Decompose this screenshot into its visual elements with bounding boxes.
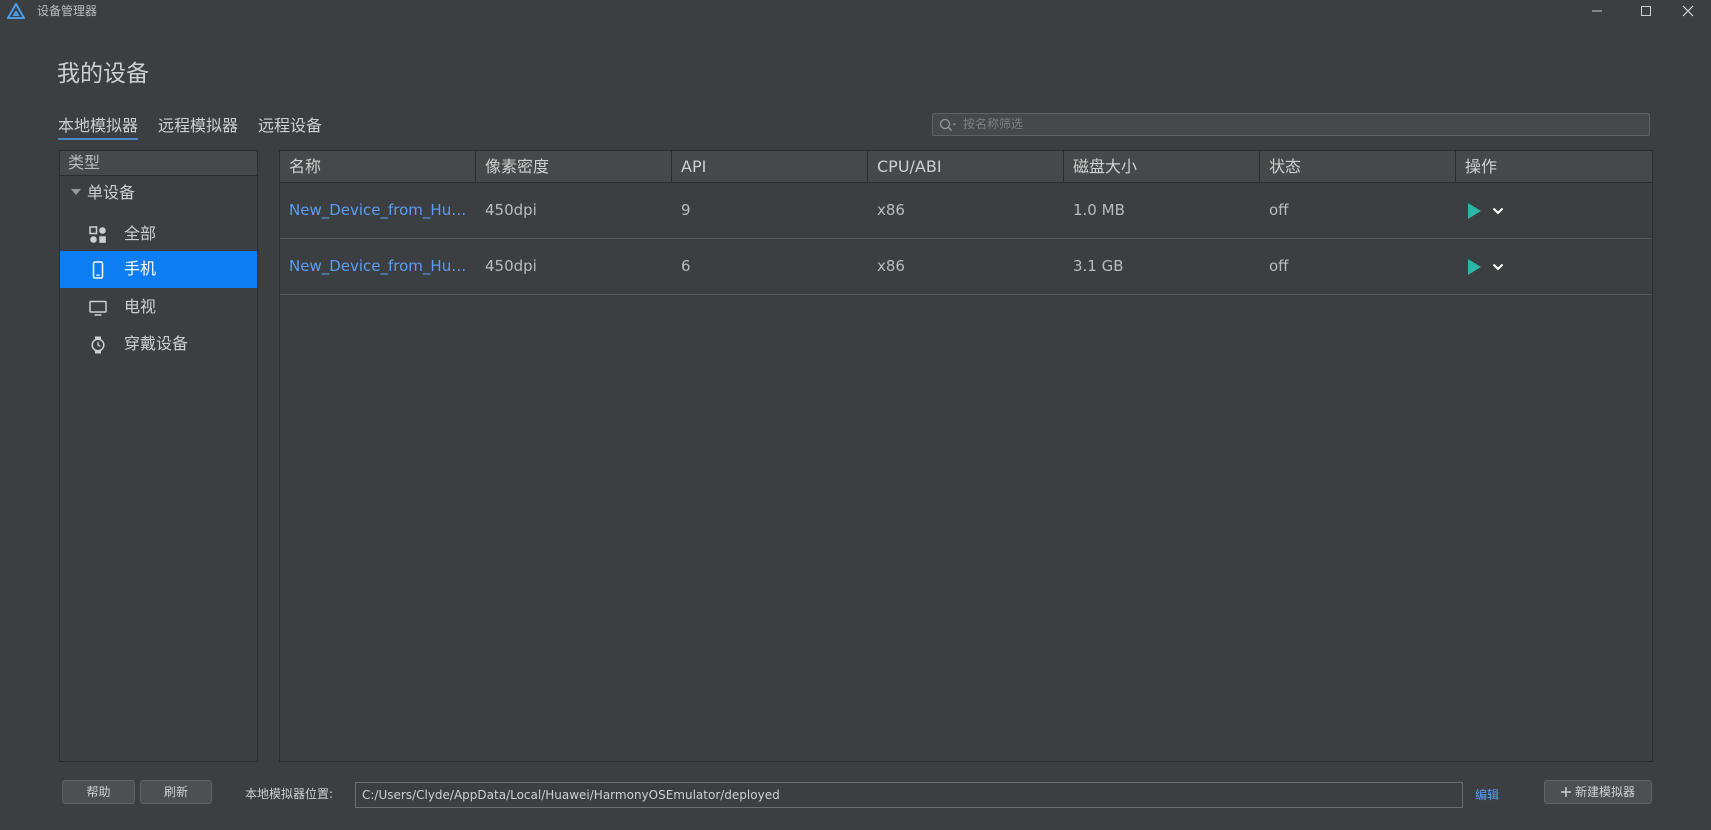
new-emulator-button[interactable]: 新建模拟器 [1544, 780, 1652, 804]
cell-cpu: x86 [877, 257, 905, 275]
close-icon [1682, 5, 1694, 17]
play-icon[interactable] [1468, 203, 1481, 219]
cell-density: 450dpi [485, 257, 537, 275]
close-button[interactable] [1665, 0, 1711, 22]
sidebar-item-label: 电视 [124, 297, 157, 316]
device-table: 名称 像素密度 API CPU/ABI 磁盘大小 状态 操作 New_Devic… [279, 150, 1653, 762]
cell-density: 450dpi [485, 201, 537, 219]
sidebar-item-phone[interactable]: 手机 [60, 251, 257, 288]
column-header-name[interactable]: 名称 [280, 151, 476, 182]
column-header-cpu[interactable]: CPU/ABI [868, 151, 1064, 182]
play-icon[interactable] [1468, 259, 1481, 275]
new-emulator-label: 新建模拟器 [1574, 785, 1635, 799]
minimize-button[interactable] [1574, 0, 1620, 22]
maximize-button[interactable] [1623, 0, 1669, 22]
tab-local-emulator[interactable]: 本地模拟器 [58, 114, 138, 138]
column-header-density[interactable]: 像素密度 [476, 151, 672, 182]
window-title: 设备管理器 [37, 4, 98, 18]
page-title: 我的设备 [57, 61, 149, 87]
sidebar-group-single-device[interactable]: 单设备 [87, 183, 135, 203]
maximize-icon [1641, 6, 1651, 16]
sidebar-item-label: 全部 [124, 224, 157, 243]
phone-icon [92, 261, 104, 279]
device-name-link[interactable]: New_Device_from_Huawei [280, 183, 468, 238]
cell-cpu: x86 [877, 201, 905, 219]
sidebar-item-wearable[interactable]: 穿戴设备 [60, 326, 257, 363]
emulator-location-field[interactable]: C:/Users/Clyde/AppData/Local/Huawei/Harm… [355, 782, 1463, 808]
collapse-arrow-icon[interactable] [71, 189, 81, 195]
table-row: New_Device_from_Huawei 450dpi 9 x86 1.0 … [280, 183, 1652, 239]
table-header: 名称 像素密度 API CPU/ABI 磁盘大小 状态 操作 [280, 151, 1652, 183]
sidebar-item-tv[interactable]: 电视 [60, 289, 257, 326]
device-name-link[interactable]: New_Device_from_Huawei [280, 239, 468, 294]
search-icon [939, 118, 956, 131]
column-header-status[interactable]: 状态 [1260, 151, 1456, 182]
plus-icon [1560, 787, 1571, 797]
tab-remote-device[interactable]: 远程设备 [258, 114, 322, 138]
table-row: New_Device_from_Huawei 450dpi 6 x86 3.1 … [280, 239, 1652, 295]
column-header-disk[interactable]: 磁盘大小 [1064, 151, 1260, 182]
cell-status: off [1269, 257, 1289, 275]
tv-icon [89, 300, 107, 316]
app-logo-icon [7, 3, 25, 19]
minimize-icon [1592, 10, 1602, 12]
search-input[interactable]: 按名称筛选 [932, 113, 1650, 136]
emulator-location-label: 本地模拟器位置: [245, 787, 334, 801]
column-header-actions: 操作 [1465, 157, 1498, 176]
search-placeholder: 按名称筛选 [963, 117, 1024, 131]
cell-disk: 1.0 MB [1073, 201, 1125, 219]
sidebar-header: 类型 [60, 151, 257, 176]
chevron-down-icon[interactable] [1490, 203, 1506, 219]
sidebar-item-label: 手机 [124, 259, 157, 278]
refresh-button[interactable]: 刷新 [140, 780, 212, 804]
tab-remote-emulator[interactable]: 远程模拟器 [158, 114, 238, 138]
sidebar-header-label: 类型 [68, 153, 101, 172]
cell-disk: 3.1 GB [1073, 257, 1124, 275]
cell-api: 6 [681, 257, 691, 275]
title-bar [0, 0, 1711, 22]
grid-icon [89, 226, 106, 243]
cell-status: off [1269, 201, 1289, 219]
watch-icon [91, 336, 105, 354]
edit-location-link[interactable]: 编辑 [1475, 787, 1499, 803]
cell-api: 9 [681, 201, 691, 219]
help-button[interactable]: 帮助 [62, 780, 135, 804]
sidebar-item-all[interactable]: 全部 [60, 216, 257, 253]
sidebar-item-label: 穿戴设备 [124, 334, 189, 353]
device-type-sidebar: 类型 单设备 全部 手机 电视 穿戴设备 [59, 150, 258, 762]
column-header-api[interactable]: API [672, 151, 868, 182]
chevron-down-icon[interactable] [1490, 259, 1506, 275]
active-tab-indicator [58, 138, 138, 140]
